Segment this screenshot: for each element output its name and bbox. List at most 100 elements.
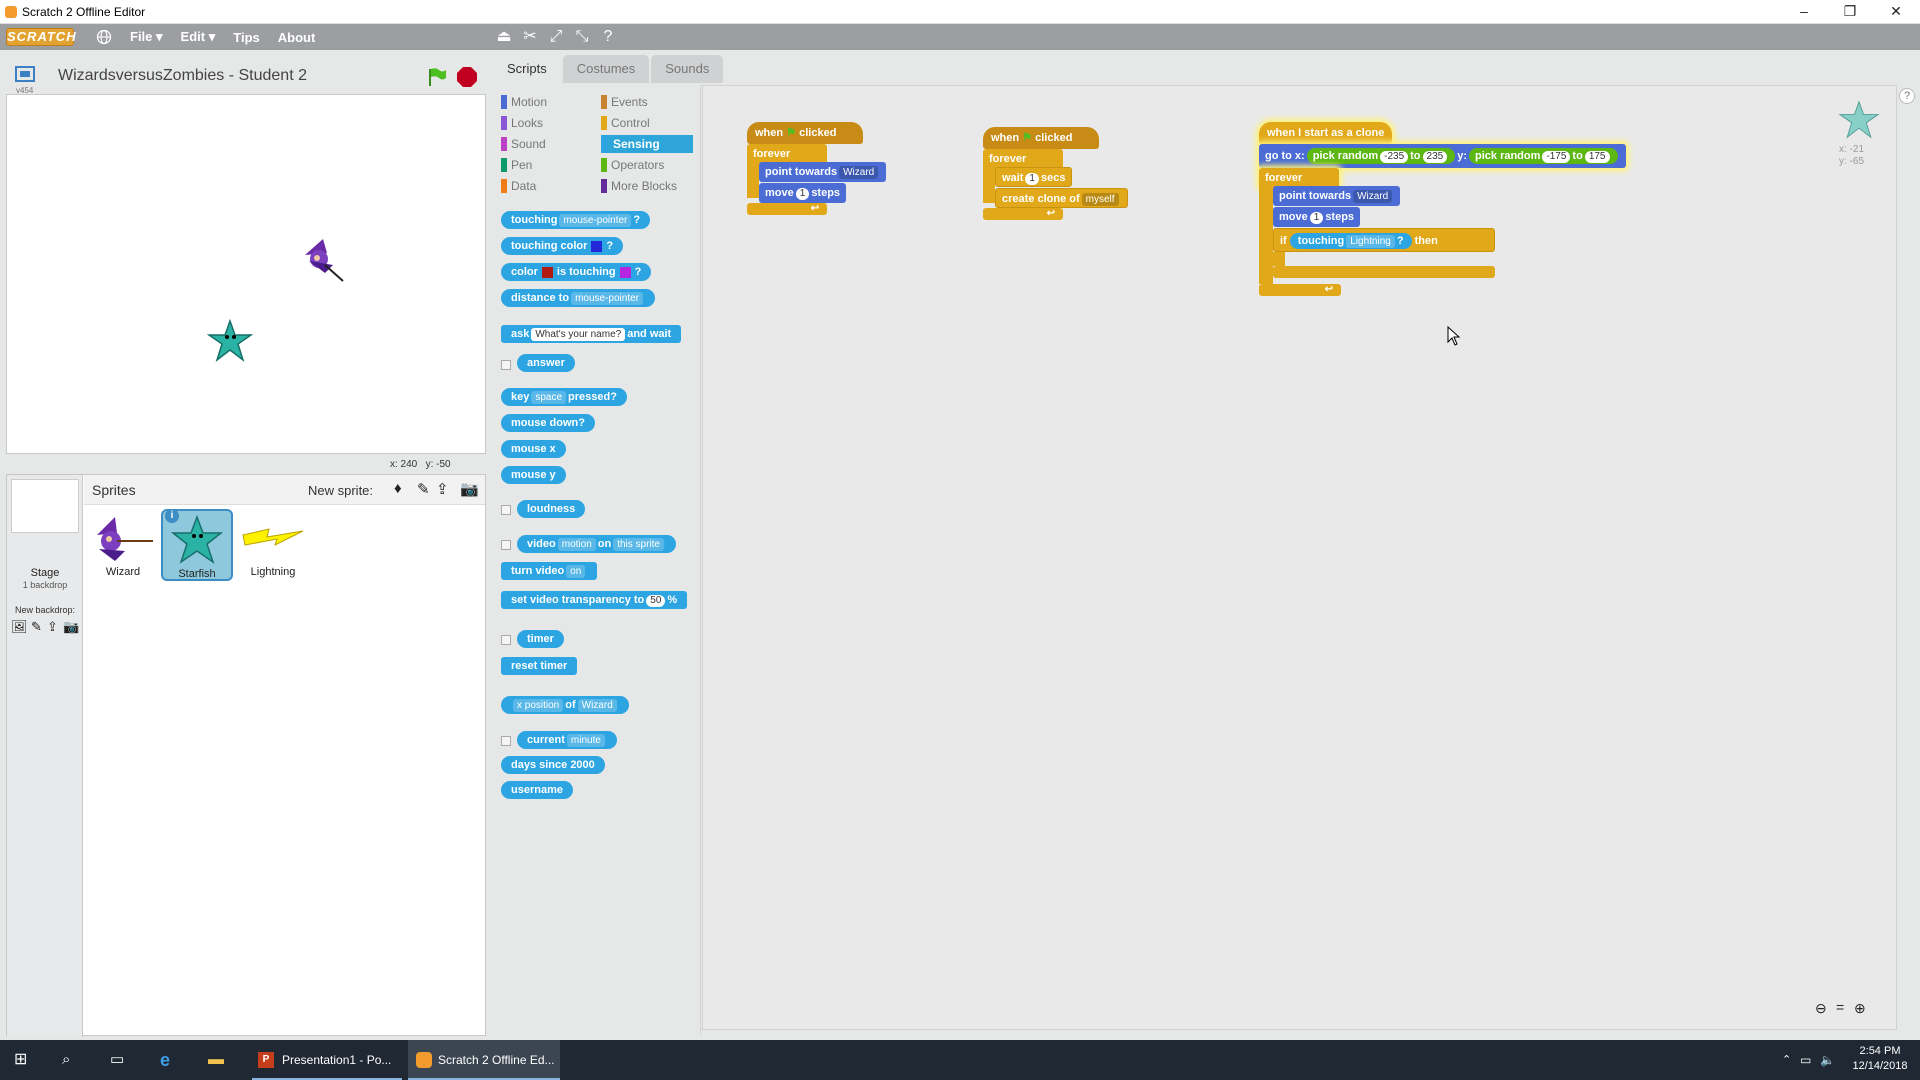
- search-icon[interactable]: ⌕: [62, 1040, 70, 1080]
- block-point-towards-3[interactable]: point towards Wizard: [1273, 186, 1401, 206]
- backdrop-camera-icon[interactable]: 📷: [63, 619, 79, 635]
- block-key-pressed[interactable]: key space pressed?: [501, 388, 627, 406]
- hat-when-i-start-as-clone[interactable]: when I start as a clone: [1259, 122, 1393, 144]
- block-touching[interactable]: touching mouse-pointer?: [501, 211, 651, 229]
- info-icon[interactable]: i: [165, 509, 179, 523]
- hat-when-flag-clicked-2[interactable]: when ⚑ clicked: [983, 127, 1099, 149]
- sprite-tile-starfish[interactable]: i Starfish: [161, 509, 233, 581]
- fullscreen-icon[interactable]: [14, 64, 36, 86]
- restore-button[interactable]: ❐: [1827, 0, 1873, 22]
- backdrop-library-icon[interactable]: 🖼: [11, 619, 28, 635]
- backdrop-paint-icon[interactable]: ✎: [31, 619, 42, 635]
- block-turn-video[interactable]: turn video on: [501, 562, 598, 580]
- tray-chevron-icon[interactable]: ⌃: [1782, 1040, 1791, 1080]
- help-icon[interactable]: ?: [599, 28, 617, 46]
- block-set-video-transparency[interactable]: set video transparency to 50%: [501, 591, 688, 609]
- category-control[interactable]: Control: [601, 114, 650, 132]
- tab-sounds[interactable]: Sounds: [651, 55, 724, 83]
- close-button[interactable]: ✕: [1873, 0, 1919, 22]
- block-forever-3[interactable]: forever: [1259, 168, 1339, 188]
- windows-start-icon[interactable]: ⊞: [14, 1040, 27, 1080]
- block-current[interactable]: current minute: [517, 731, 617, 749]
- shrink-icon[interactable]: ⤡: [573, 28, 591, 46]
- block-mouse-y[interactable]: mouse y: [501, 466, 566, 484]
- timer-checkbox[interactable]: [501, 635, 511, 645]
- block-point-towards[interactable]: point towards Wizard: [759, 162, 887, 182]
- block-move-steps[interactable]: move 1 steps: [759, 183, 847, 203]
- sprite-library-icon[interactable]: ♦: [394, 480, 402, 497]
- category-data[interactable]: Data: [501, 177, 536, 195]
- paint-sprite-icon[interactable]: ✎: [417, 480, 430, 498]
- block-timer[interactable]: timer: [517, 630, 564, 648]
- starfish-sprite[interactable]: [207, 319, 253, 363]
- menu-file[interactable]: File ▾: [130, 29, 163, 45]
- menu-tips[interactable]: Tips: [233, 30, 260, 45]
- block-x-position-of[interactable]: x position of Wizard: [501, 696, 629, 714]
- tab-costumes[interactable]: Costumes: [562, 55, 650, 83]
- wizard-sprite[interactable]: [295, 235, 351, 285]
- block-answer[interactable]: answer: [517, 354, 575, 372]
- zoom-out-icon[interactable]: ⊖: [1815, 1000, 1827, 1017]
- block-move-steps-3[interactable]: move 1 steps: [1273, 207, 1361, 227]
- block-color-touching[interactable]: color is touching?: [501, 263, 652, 281]
- zoom-reset-icon[interactable]: =: [1836, 999, 1844, 1015]
- menu-edit[interactable]: Edit ▾: [181, 29, 216, 45]
- tab-scripts[interactable]: Scripts: [493, 55, 561, 83]
- video-checkbox[interactable]: [501, 540, 511, 550]
- answer-checkbox[interactable]: [501, 360, 511, 370]
- block-wait-secs[interactable]: wait 1 secs: [995, 167, 1073, 187]
- menu-about[interactable]: About: [278, 30, 316, 45]
- grow-icon[interactable]: ⤢: [547, 28, 565, 46]
- block-days-since-2000[interactable]: days since 2000: [501, 756, 605, 774]
- category-more-blocks[interactable]: More Blocks: [601, 177, 677, 195]
- project-title[interactable]: WizardsversusZombies - Student 2: [58, 67, 307, 85]
- camera-sprite-icon[interactable]: 📷: [460, 480, 479, 498]
- category-motion[interactable]: Motion: [501, 93, 547, 111]
- block-if-then[interactable]: if touching Lightning? then: [1273, 228, 1495, 252]
- loudness-checkbox[interactable]: [501, 505, 511, 515]
- current-checkbox[interactable]: [501, 736, 511, 746]
- network-icon[interactable]: ▭: [1800, 1040, 1811, 1080]
- category-looks[interactable]: Looks: [501, 114, 543, 132]
- block-username[interactable]: username: [501, 781, 573, 799]
- stop-sign-icon[interactable]: [456, 66, 478, 88]
- block-forever[interactable]: forever: [747, 144, 827, 164]
- duplicate-stamp-icon[interactable]: ⏏: [495, 28, 513, 46]
- help-tips-icon[interactable]: ?: [1899, 88, 1915, 104]
- category-sensing[interactable]: Sensing: [601, 135, 693, 153]
- block-forever-2[interactable]: forever: [983, 149, 1063, 169]
- block-touching-color[interactable]: touching color?: [501, 237, 624, 255]
- backdrop-upload-icon[interactable]: ⇪: [47, 619, 58, 635]
- zoom-in-icon[interactable]: ⊕: [1854, 1000, 1866, 1017]
- hat-when-flag-clicked[interactable]: when ⚑ clicked: [747, 122, 863, 144]
- volume-icon[interactable]: 🔈: [1820, 1040, 1835, 1080]
- upload-sprite-icon[interactable]: ⇪: [436, 480, 449, 498]
- task-view-icon[interactable]: ▭: [110, 1040, 124, 1080]
- stage-canvas[interactable]: [6, 94, 486, 454]
- category-operators[interactable]: Operators: [601, 156, 664, 174]
- taskbar-app-scratch[interactable]: Scratch 2 Offline Ed...: [408, 1040, 560, 1080]
- category-pen[interactable]: Pen: [501, 156, 532, 174]
- block-loudness[interactable]: loudness: [517, 500, 586, 518]
- scratch-logo[interactable]: SCRATCH: [6, 28, 76, 46]
- block-distance-to[interactable]: distance to mouse-pointer: [501, 289, 655, 307]
- block-create-clone[interactable]: create clone of myself: [995, 188, 1128, 208]
- sprite-tile-wizard[interactable]: Wizard: [87, 509, 159, 581]
- block-go-to-xy[interactable]: go to x: pick random -235 to 235 y: pick rando…: [1259, 144, 1626, 168]
- block-video-on[interactable]: video motion on this sprite: [517, 535, 676, 553]
- stage-thumbnail[interactable]: [11, 479, 79, 533]
- cut-scissors-icon[interactable]: ✂: [521, 28, 539, 46]
- file-explorer-icon[interactable]: ▬: [208, 1040, 224, 1080]
- block-ask-and-wait[interactable]: ask What's your name? and wait: [501, 325, 682, 343]
- block-mouse-down[interactable]: mouse down?: [501, 414, 595, 432]
- language-globe-icon[interactable]: [96, 29, 112, 45]
- scripts-area[interactable]: when ⚑ clicked forever point towards Wiza…: [702, 85, 1897, 1030]
- clock[interactable]: 2:54 PM 12/14/2018: [1850, 1044, 1910, 1074]
- green-flag-icon[interactable]: [426, 66, 448, 88]
- taskbar-app-powerpoint[interactable]: P Presentation1 - Po...: [252, 1040, 402, 1080]
- minimize-button[interactable]: –: [1781, 0, 1827, 22]
- edge-browser-icon[interactable]: e: [160, 1040, 170, 1080]
- category-sound[interactable]: Sound: [501, 135, 546, 153]
- block-reset-timer[interactable]: reset timer: [501, 657, 578, 675]
- block-mouse-x[interactable]: mouse x: [501, 440, 566, 458]
